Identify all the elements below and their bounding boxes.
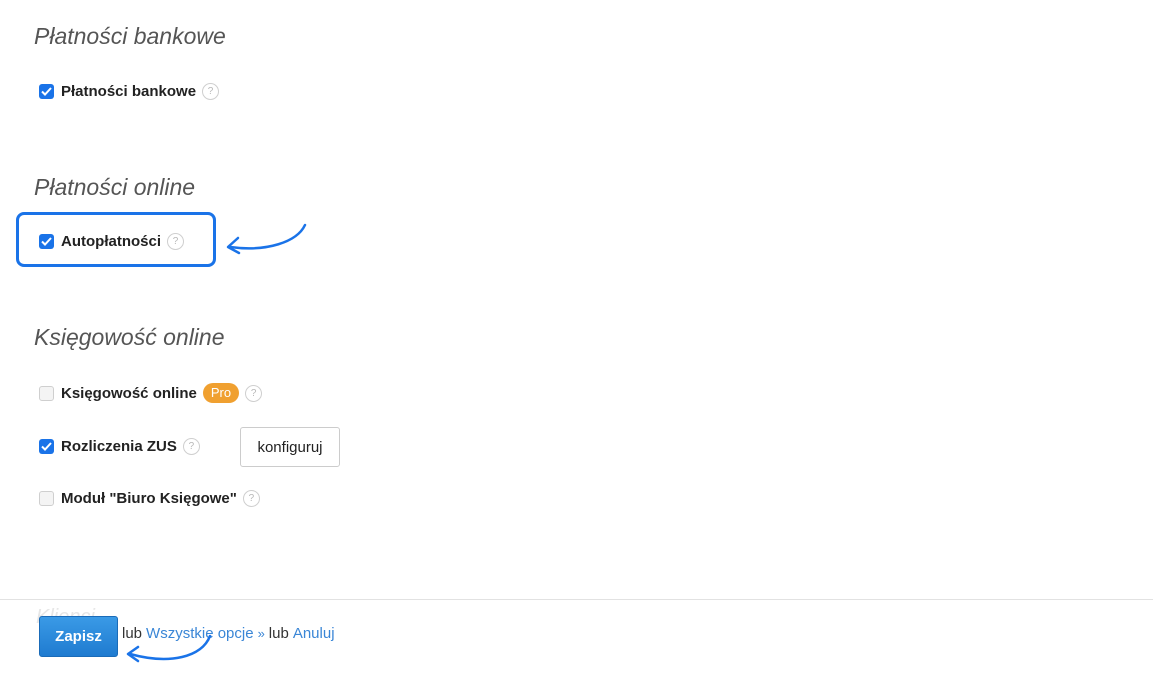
checkbox-autopayments[interactable] [39,233,54,249]
option-bank-payments[interactable]: Płatności bankowe ? [39,80,220,102]
help-icon[interactable]: ? [245,384,263,402]
annotation-arrow-icon [126,634,212,663]
cancel-link[interactable]: Anuluj [293,625,335,642]
section-title-bank-payments: Płatności bankowe [34,23,226,49]
configure-button[interactable]: konfiguruj [240,427,340,467]
help-icon[interactable]: ? [242,489,260,507]
help-icon[interactable]: ? [182,437,200,455]
option-zus-settlements[interactable]: Rozliczenia ZUS ? [39,435,200,457]
option-label: Moduł "Biuro Księgowe" [61,489,237,507]
option-label: Autopłatności [61,232,161,250]
save-button[interactable]: Zapisz [39,616,118,657]
help-icon[interactable]: ? [202,82,220,100]
or-text: lub [268,625,289,642]
section-title-online-payments: Płatności online [34,174,196,200]
raquo-icon: » [257,626,265,641]
section-title-online-accounting: Księgowość online [34,324,225,350]
help-icon[interactable]: ? [167,232,184,250]
option-online-accounting[interactable]: Księgowość online Pro ? [39,382,263,404]
checkbox-zus-settlements[interactable] [39,438,54,454]
option-label: Rozliczenia ZUS [61,437,177,455]
option-label: Księgowość online [61,384,197,402]
option-accounting-office-module[interactable]: Moduł "Biuro Księgowe" ? [39,487,260,509]
checkbox-accounting-office-module[interactable] [39,490,54,506]
annotation-arrow-icon [226,223,307,255]
pro-badge: Pro [202,383,240,403]
option-label: Płatności bankowe [61,82,197,100]
checkbox-online-accounting[interactable] [39,385,54,401]
checkbox-bank-payments[interactable] [39,83,54,99]
option-autopayments[interactable]: Autopłatności ? [39,230,184,252]
